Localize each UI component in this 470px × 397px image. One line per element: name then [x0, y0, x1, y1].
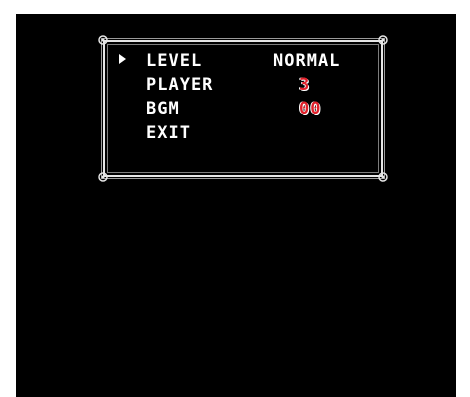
menu-item-label: PLAYER	[146, 75, 214, 95]
menu-item-label: BGM	[146, 99, 180, 119]
level-value[interactable]: NORMAL	[273, 50, 340, 72]
bgm-track-value[interactable]: 00	[299, 98, 321, 120]
menu-item-level[interactable]: LEVEL NORMAL	[105, 50, 381, 72]
frame-corner-ornament	[98, 172, 108, 182]
menu-item-exit[interactable]: EXIT	[105, 122, 381, 144]
menu-item-label: LEVEL	[146, 51, 203, 71]
menu-item-bgm[interactable]: BGM 00	[105, 98, 381, 120]
game-screen: LEVEL NORMAL PLAYER 3 BGM 00 EXIT	[16, 14, 456, 397]
player-count-value[interactable]: 3	[299, 74, 309, 96]
frame-corner-ornament	[378, 35, 388, 45]
menu-item-player[interactable]: PLAYER 3	[105, 74, 381, 96]
selection-cursor-icon	[119, 54, 126, 64]
menu-item-label: EXIT	[146, 123, 191, 143]
options-menu-panel: LEVEL NORMAL PLAYER 3 BGM 00 EXIT	[98, 35, 388, 182]
frame-corner-ornament	[378, 172, 388, 182]
frame-corner-ornament	[98, 35, 108, 45]
